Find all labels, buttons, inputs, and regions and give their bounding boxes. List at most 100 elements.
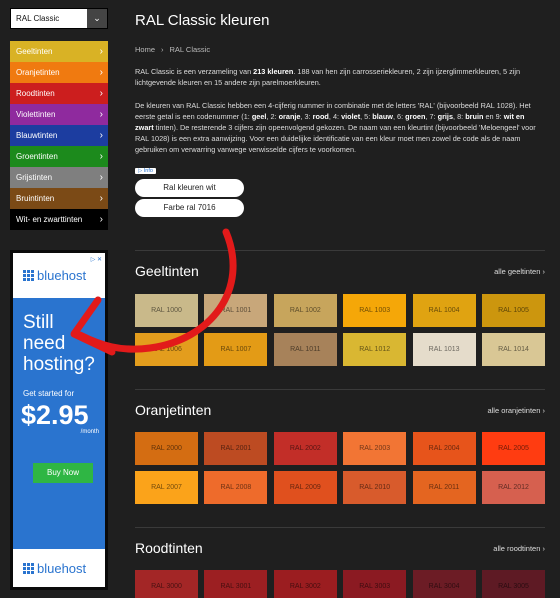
main-content: RAL Classic kleuren Home › RAL Classic RAL… bbox=[135, 0, 545, 217]
chevron-right-icon: › bbox=[540, 544, 545, 553]
section-header: Roodtinten alle roodtinten › bbox=[135, 540, 545, 558]
color-swatch[interactable]: RAL 1000 bbox=[135, 294, 198, 327]
chevron-right-icon: › bbox=[540, 267, 545, 276]
chevron-right-icon: › bbox=[99, 151, 103, 162]
color-swatch[interactable]: RAL 2009 bbox=[273, 471, 337, 504]
link-pill-ral-7016[interactable]: Farbe ral 7016 bbox=[135, 199, 244, 217]
chevron-right-icon: › bbox=[99, 172, 103, 183]
ad-info-badge[interactable]: ▷ Info bbox=[135, 168, 156, 174]
chevron-right-icon: › bbox=[99, 67, 103, 78]
color-swatch[interactable]: RAL 2007 bbox=[135, 471, 198, 504]
section-divider bbox=[135, 250, 545, 251]
sidebar-item-oranjetinten[interactable]: Oranjetinten › bbox=[10, 62, 108, 83]
intro-text: RAL Classic is een verzameling van bbox=[135, 67, 254, 76]
section-view-all-link[interactable]: alle geeltinten › bbox=[494, 267, 545, 276]
chevron-right-icon: › bbox=[99, 109, 103, 120]
para-text: , 6: bbox=[392, 112, 406, 121]
sidebar-item-blauwtinten[interactable]: Blauwtinten › bbox=[10, 125, 108, 146]
ad-price: $2.95 bbox=[21, 400, 89, 430]
collection-selector[interactable]: RAL Classic ⌄ bbox=[10, 8, 108, 29]
sidebar-item-grijstinten[interactable]: Grijstinten › bbox=[10, 167, 108, 188]
section-view-all-label: alle roodtinten bbox=[493, 544, 541, 553]
color-swatch[interactable]: RAL 3002 bbox=[273, 570, 337, 598]
color-swatch[interactable]: RAL 2004 bbox=[412, 432, 476, 465]
advertisement[interactable]: bluehost ▷ ✕ Still need hosting? Get sta… bbox=[10, 250, 108, 590]
chevron-right-icon: › bbox=[99, 214, 103, 225]
color-family-nav: Geeltinten › Oranjetinten › Roodtinten › Viole… bbox=[10, 41, 108, 230]
color-swatch[interactable]: RAL 3000 bbox=[135, 570, 198, 598]
page-title: RAL Classic kleuren bbox=[135, 12, 270, 29]
para-color-grijs: grijs bbox=[437, 112, 454, 121]
section-view-all-link[interactable]: alle roodtinten › bbox=[493, 544, 545, 553]
breadcrumb-home[interactable]: Home bbox=[135, 45, 155, 54]
ad-banner[interactable]: bluehost ▷ ✕ Still need hosting? Get sta… bbox=[13, 253, 105, 587]
color-swatch[interactable]: RAL 2008 bbox=[204, 471, 268, 504]
color-swatch[interactable]: RAL 1003 bbox=[343, 294, 407, 327]
ad-footer: bluehost bbox=[13, 549, 105, 587]
section-header: Oranjetinten alle oranjetinten › bbox=[135, 402, 545, 420]
chevron-down-icon[interactable]: ⌄ bbox=[87, 9, 107, 28]
color-swatch[interactable]: RAL 1012 bbox=[343, 333, 407, 366]
breadcrumb-current[interactable]: RAL Classic bbox=[170, 45, 211, 54]
color-swatch[interactable]: RAL 2000 bbox=[135, 432, 198, 465]
sidebar-item-groentinten[interactable]: Groentinten › bbox=[10, 146, 108, 167]
section-view-all-label: alle geeltinten bbox=[494, 267, 541, 276]
link-pill-ral-wit[interactable]: Ral kleuren wit bbox=[135, 179, 244, 197]
sidebar-item-roodtinten[interactable]: Roodtinten › bbox=[10, 83, 108, 104]
para-color-groen: groen bbox=[405, 112, 426, 121]
sidebar-item-bruintinten[interactable]: Bruintinten › bbox=[10, 188, 108, 209]
ad-brand-footer: bluehost bbox=[37, 560, 87, 576]
intro-count: 213 kleuren bbox=[253, 67, 294, 76]
color-swatch[interactable]: RAL 3004 bbox=[412, 570, 476, 598]
color-swatch[interactable]: RAL 1004 bbox=[412, 294, 476, 327]
sidebar-item-geeltinten[interactable]: Geeltinten › bbox=[10, 41, 108, 62]
ad-header: bluehost ▷ ✕ bbox=[13, 253, 105, 298]
section-view-all-label: alle oranjetinten bbox=[487, 406, 541, 415]
intro-paragraph: RAL Classic is een verzameling van 213 k… bbox=[135, 66, 545, 88]
sidebar: RAL Classic ⌄ Geeltinten › Oranjetinten › Ro… bbox=[10, 8, 108, 230]
para-color-oranje: oranje bbox=[278, 112, 301, 121]
ad-headline-line: need bbox=[23, 333, 66, 354]
color-swatch[interactable]: RAL 2001 bbox=[204, 432, 268, 465]
ad-subtext: Get started for bbox=[23, 389, 75, 398]
color-swatch[interactable]: RAL 1011 bbox=[273, 333, 337, 366]
color-swatch[interactable]: RAL 2005 bbox=[482, 432, 545, 465]
ad-headline-line: Still bbox=[23, 312, 54, 333]
para-text: en 9: bbox=[483, 112, 504, 121]
sidebar-item-wit-en-zwarttinten[interactable]: Wit- en zwarttinten › bbox=[10, 209, 108, 230]
chevron-right-icon: › bbox=[99, 193, 103, 204]
color-swatch[interactable]: RAL 3005 bbox=[482, 570, 545, 598]
sidebar-item-label: Roodtinten bbox=[16, 89, 55, 98]
color-swatch[interactable]: RAL 1001 bbox=[204, 294, 268, 327]
sidebar-item-label: Bruintinten bbox=[16, 194, 55, 203]
color-swatch[interactable]: RAL 1013 bbox=[412, 333, 476, 366]
chevron-right-icon: › bbox=[540, 406, 545, 415]
color-swatch[interactable]: RAL 1007 bbox=[204, 333, 268, 366]
color-swatch[interactable]: RAL 1005 bbox=[482, 294, 545, 327]
color-swatch[interactable]: RAL 3001 bbox=[204, 570, 268, 598]
para-color-rood: rood bbox=[312, 112, 329, 121]
para-text: , 8: bbox=[453, 112, 466, 121]
chevron-right-icon: › bbox=[99, 46, 103, 57]
color-swatch[interactable]: RAL 2010 bbox=[343, 471, 407, 504]
color-swatch[interactable]: RAL 2012 bbox=[482, 471, 545, 504]
section-title: Roodtinten bbox=[135, 540, 203, 556]
sidebar-item-violettinten[interactable]: Violettinten › bbox=[10, 104, 108, 125]
color-swatch[interactable]: RAL 2002 bbox=[273, 432, 337, 465]
section-header: Geeltinten alle geeltinten › bbox=[135, 263, 545, 281]
para-text: , 5: bbox=[360, 112, 373, 121]
color-swatch[interactable]: RAL 2011 bbox=[412, 471, 476, 504]
color-swatch[interactable]: RAL 1014 bbox=[482, 333, 545, 366]
section-divider bbox=[135, 389, 545, 390]
section-view-all-link[interactable]: alle oranjetinten › bbox=[487, 406, 545, 415]
color-swatch[interactable]: RAL 1002 bbox=[273, 294, 337, 327]
ad-buy-now-button[interactable]: Buy Now bbox=[33, 463, 93, 483]
color-swatch[interactable]: RAL 2003 bbox=[343, 432, 407, 465]
sidebar-item-label: Groentinten bbox=[16, 152, 58, 161]
adchoices-icon[interactable]: ▷ ✕ bbox=[91, 256, 102, 263]
collection-selector-label[interactable]: RAL Classic bbox=[11, 9, 87, 28]
color-swatch[interactable]: RAL 1006 bbox=[135, 333, 198, 366]
bluehost-logo-icon bbox=[23, 562, 34, 574]
para-color-violet: violet bbox=[341, 112, 361, 121]
color-swatch[interactable]: RAL 3003 bbox=[343, 570, 407, 598]
